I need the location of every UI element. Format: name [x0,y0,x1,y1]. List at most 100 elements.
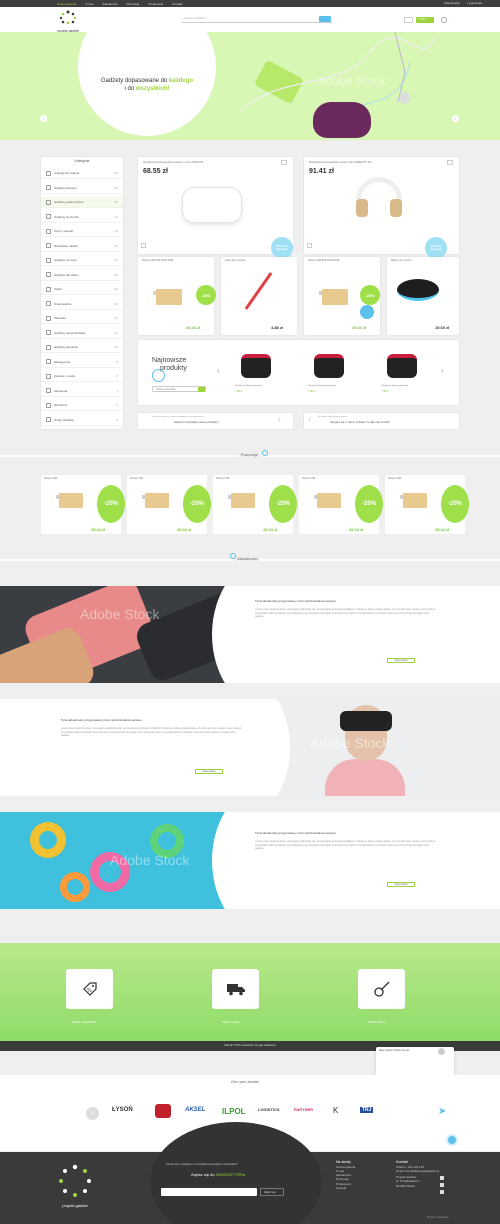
category-item[interactable]: Narzędzia i latarki 26 [41,241,123,252]
compare-icon[interactable] [141,243,146,248]
wishlist-icon[interactable] [281,160,287,165]
category-item[interactable]: Gadżety elektroniczne 49 [41,197,123,208]
partner-logo-k[interactable]: K [333,1106,338,1115]
category-item[interactable]: Torby i plecaki 33 [41,226,123,237]
product-card[interactable]: Pamięć USB 8GB 16GB 32GB -20% 49,34 zł [304,257,380,335]
promo-card[interactable]: Pamięć USB -20% 49,34 zł [213,475,297,534]
read-more-button[interactable]: więcej dalej [387,658,415,663]
category-item[interactable]: Gadżety samochodowe 11 [41,328,123,339]
category-icon [46,243,51,248]
usb-image [314,493,341,508]
feature-companies[interactable] [358,969,405,1009]
promo-name: Pamięć USB [388,478,402,480]
footer-nav-link[interactable]: Kontakt [336,1186,355,1190]
partner-logo[interactable]: ILPOL [222,1107,246,1116]
banner-contact[interactable]: Nie wiesz który gadżet wybrać? Skojarz s… [304,413,459,429]
newest-item[interactable]: Uchwyt na telefon gamepad 7.48 zł [235,348,289,400]
category-item[interactable]: Smart Gadżety 5 [41,415,123,426]
hero-prev-arrow[interactable]: ‹ [40,115,47,122]
discount-badge: -20% [97,485,125,523]
product-price: 91.41 zł [309,168,334,175]
newsletter-submit[interactable]: Zapisz się [260,1188,284,1196]
social-icon[interactable] [440,1190,444,1194]
newsletter-email-input[interactable] [161,1188,257,1196]
newest-prev-arrow[interactable]: ‹ [217,366,220,375]
compare-icon[interactable] [307,243,312,248]
newest-item[interactable]: Uchwyt na telefon gamepad 7.48 zł [381,348,435,400]
category-item[interactable]: Parasole 12 [41,313,123,324]
discount-badge-text: -20% [447,501,462,507]
footer-logo[interactable]: projekt gadżet [58,1164,92,1208]
category-label: Smart Gadżety [54,417,75,422]
read-more-button[interactable]: więcej dalej [387,882,415,887]
currency-select[interactable] [404,17,413,23]
category-item[interactable]: Gadżety dla dzieci 19 [41,270,123,281]
category-item[interactable]: Smartwatche 15 [41,299,123,310]
category-item[interactable]: Artykuły do pisania 123 [41,168,123,179]
logo[interactable]: projekt gadżet [56,10,80,33]
partner-logo-crest[interactable] [155,1104,171,1118]
nav-contact[interactable]: Kontakt [172,2,182,6]
promo-card[interactable]: Pamięć USB -20% 49,34 zł [299,475,383,534]
category-label: Smartwatche [54,301,72,306]
news-title: Aktualności [234,556,261,561]
category-item[interactable]: Akcesoria 7 [41,386,123,397]
register-link[interactable]: Rejestracja [444,1,459,5]
featured-product[interactable]: Słuchawki bezprzewodowe douszne z etui L… [138,157,293,259]
product-card[interactable]: Piłka do gry w domu 19.60 zł [387,257,459,335]
product-price: 49,34 zł [186,325,201,330]
featured-product[interactable]: Słuchawki bezprzewodowe nauszne PLAYDEEP… [304,157,459,259]
social-icon[interactable] [440,1176,444,1180]
newest-item-price: 7.48 zł [235,390,243,393]
category-item[interactable]: Dla dzieci 6 [41,400,123,411]
product-card[interactable]: Selfie stick z pilotem 4.88 zł [221,257,297,335]
search-button[interactable] [319,16,331,29]
feature-shipping[interactable] [212,969,259,1009]
partner-logo[interactable]: ŁYSOŃ [112,1107,133,1113]
footer-logo-text: projekt gadżet [62,1203,88,1208]
newest-next-arrow[interactable]: › [441,366,444,375]
category-item[interactable]: Gadżety na zimę 21 [41,255,123,266]
read-more-button[interactable]: więcej dalej [195,769,223,774]
product-card[interactable]: Pamięć USB 8GB 16GB 32GB -20% 49,34 zł [138,257,216,335]
login-link[interactable]: Logowanie [467,1,482,5]
category-count: 123 [112,171,118,175]
promo-card[interactable]: Pamięć USB -20% 49,34 zł [385,475,469,534]
feature-print[interactable]: % [66,969,113,1009]
partners-next-arrow[interactable]: ➤ [438,1106,446,1117]
partner-logo[interactable]: TRJ [360,1107,374,1113]
partner-logo[interactable]: LOGISTICS [258,1107,280,1112]
hero-next-arrow[interactable]: › [452,115,459,122]
category-icon [46,373,51,379]
social-icon[interactable] [440,1183,444,1187]
category-item[interactable]: Gadżety biurowe 64 [41,183,123,194]
cart-button[interactable]: 0,00 zł [416,17,434,23]
category-item[interactable]: Gadżety sportowe 10 [41,342,123,353]
product-name: Piłka do gry w domu [391,260,412,262]
partner-logo[interactable]: AKSEL [185,1107,205,1113]
footer-contact-line[interactable]: Email: kontakt@projektgadzet.pl [396,1169,439,1173]
category-item[interactable]: Ekologiczne 9 [41,357,123,368]
wishlist-icon[interactable] [447,160,453,165]
search-input[interactable]: Czego szukasz? [182,16,332,23]
nav-about[interactable]: O nas [85,2,93,6]
vr-headset [340,711,392,731]
category-item[interactable]: Zdrowie i uroda 8 [41,371,123,382]
nav-producers[interactable]: Producenci [148,2,163,6]
user-icon[interactable] [441,17,447,23]
new-badge [360,305,374,319]
promo-card[interactable]: Pamięć USB -20% 49,34 zł [41,475,125,534]
promo-card[interactable]: Pamięć USB -20% 49,34 zł [127,475,211,534]
nav-news[interactable]: Aktualności [102,2,117,6]
view-all-button[interactable]: Zobacz wszystkie [152,386,206,392]
nav-promotions[interactable]: Promocje [127,2,140,6]
newest-item[interactable]: Uchwyt na telefon gamepad 7.48 zł [308,348,362,400]
banner-new-products[interactable]: Jesteś hurtownią, szukasz gadżetów na za… [138,413,293,429]
partners-prev-arrow[interactable]: ‹ [86,1107,99,1120]
category-item[interactable]: Kubki 18 [41,284,123,295]
category-item[interactable]: Gadżety do kuchni 44 [41,212,123,223]
nav-home[interactable]: Strona główna [57,2,76,6]
partner-logo[interactable]: PARTNER [294,1107,313,1112]
category-label: Gadżety sportowe [54,345,79,349]
scroll-top-button[interactable] [446,1134,458,1146]
